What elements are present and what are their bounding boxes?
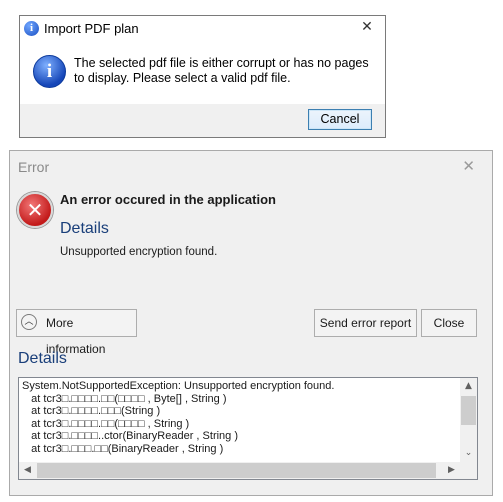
cancel-button[interactable]: Cancel: [308, 109, 372, 130]
chevron-up-icon: ︿: [21, 314, 37, 330]
close-icon[interactable]: ✕: [356, 19, 378, 36]
error-dialog: Error ✕ ✕ An error occured in the applic…: [9, 150, 493, 496]
stack-trace-text: System.NotSupportedException: Unsupporte…: [22, 380, 335, 455]
import-pdf-dialog: i Import PDF plan ✕ i The selected pdf f…: [19, 15, 386, 138]
vertical-scrollbar[interactable]: ▲ ⌄: [460, 378, 477, 462]
scrollbar-corner: [460, 462, 477, 479]
more-information-button[interactable]: ︿ More information: [16, 309, 137, 356]
horizontal-scrollbar[interactable]: ◀ ▶: [19, 462, 460, 479]
close-button[interactable]: Close: [421, 309, 477, 337]
error-dialog-titlebar[interactable]: Error ✕: [10, 151, 492, 181]
import-dialog-footer: Cancel: [20, 104, 385, 137]
error-message: Unsupported encryption found.: [60, 246, 218, 258]
horizontal-scroll-thumb[interactable]: [37, 463, 436, 478]
details-heading: Details: [60, 220, 109, 237]
import-dialog-title: Import PDF plan: [44, 21, 139, 36]
details-section-heading: Details: [18, 350, 67, 367]
close-icon[interactable]: ✕: [462, 157, 475, 175]
scroll-right-icon[interactable]: ▶: [443, 462, 460, 479]
scroll-left-icon[interactable]: ◀: [19, 462, 36, 479]
scroll-up-icon[interactable]: ▲: [460, 378, 477, 395]
info-icon: i: [24, 21, 39, 36]
info-icon: i: [33, 55, 66, 88]
error-heading: An error occured in the application: [60, 192, 276, 207]
error-icon: ✕: [17, 192, 53, 228]
error-dialog-title: Error: [18, 159, 50, 175]
scroll-down-icon[interactable]: ⌄: [460, 445, 477, 462]
import-dialog-message: The selected pdf file is either corrupt …: [74, 56, 369, 85]
import-dialog-titlebar[interactable]: i Import PDF plan ✕: [20, 16, 385, 43]
stack-trace-textbox[interactable]: System.NotSupportedException: Unsupporte…: [18, 377, 478, 480]
vertical-scroll-thumb[interactable]: [461, 396, 476, 425]
send-error-report-button[interactable]: Send error report: [314, 309, 417, 337]
